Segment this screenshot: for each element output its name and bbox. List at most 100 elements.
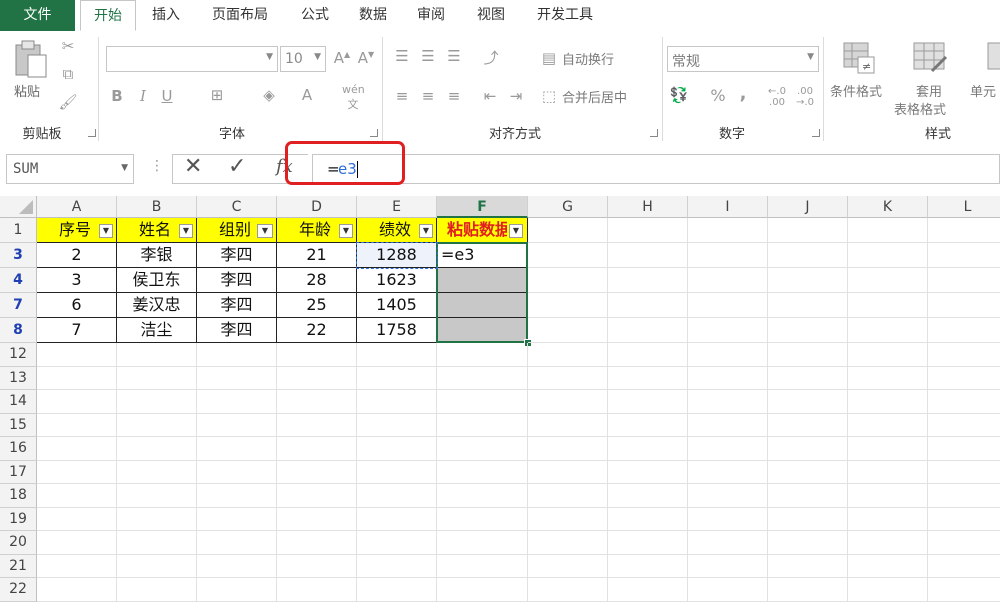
row-header[interactable]: 21 — [0, 554, 37, 578]
font-launcher-icon[interactable] — [370, 129, 378, 137]
header-cell-name[interactable]: 姓名 ▼ — [117, 218, 197, 243]
empty-cell[interactable] — [928, 343, 1000, 367]
empty-cell[interactable] — [37, 554, 117, 578]
empty-cell[interactable] — [688, 460, 768, 484]
empty-cell[interactable] — [437, 554, 528, 578]
tab-developer[interactable]: 开发工具 — [526, 0, 604, 31]
empty-cell[interactable] — [357, 390, 437, 414]
row-header[interactable]: 16 — [0, 437, 37, 461]
empty-cell[interactable] — [117, 531, 197, 555]
empty-cell[interactable] — [197, 507, 277, 531]
empty-cell[interactable] — [357, 413, 437, 437]
decrease-decimal-icon[interactable]: .00 →.0 — [794, 86, 816, 108]
empty-cell[interactable] — [688, 318, 768, 343]
empty-cell[interactable] — [768, 460, 848, 484]
empty-cell[interactable] — [437, 343, 528, 367]
conditional-formatting-icon[interactable]: ≠ — [842, 41, 876, 75]
empty-cell[interactable] — [197, 578, 277, 602]
empty-cell[interactable] — [608, 484, 688, 508]
empty-cell[interactable] — [848, 460, 928, 484]
empty-cell[interactable] — [277, 578, 357, 602]
cut-icon[interactable]: ✂ — [58, 37, 78, 55]
empty-cell[interactable] — [437, 413, 528, 437]
font-color-icon[interactable]: A — [296, 86, 318, 104]
increase-indent-icon[interactable]: ⇥ — [506, 87, 526, 105]
empty-cell[interactable] — [928, 437, 1000, 461]
number-format-select[interactable]: 常规 ▼ — [667, 46, 819, 72]
row-header[interactable]: 17 — [0, 460, 37, 484]
row-header[interactable]: 18 — [0, 484, 37, 508]
empty-cell[interactable] — [528, 390, 608, 414]
empty-cell[interactable] — [528, 243, 608, 268]
empty-cell[interactable] — [117, 413, 197, 437]
empty-cell[interactable] — [117, 484, 197, 508]
empty-cell[interactable] — [848, 484, 928, 508]
align-bottom-icon[interactable]: ☰ — [444, 47, 464, 65]
empty-cell[interactable] — [37, 460, 117, 484]
tab-file[interactable]: 文件 — [0, 0, 75, 31]
empty-cell[interactable] — [928, 461, 1000, 484]
active-cell-f3[interactable]: =e3 — [437, 243, 528, 268]
empty-cell[interactable] — [357, 484, 437, 508]
empty-cell[interactable] — [277, 437, 357, 461]
data-cell[interactable]: 洁尘 — [117, 318, 197, 343]
row-header[interactable]: 15 — [0, 413, 37, 437]
empty-cell[interactable] — [768, 318, 848, 343]
empty-cell[interactable] — [197, 531, 277, 555]
empty-cell[interactable] — [608, 293, 688, 318]
empty-cell[interactable] — [437, 578, 528, 602]
data-cell[interactable]: 3 — [37, 268, 117, 293]
empty-cell[interactable] — [197, 343, 277, 367]
empty-cell[interactable] — [528, 366, 608, 390]
row-header[interactable]: 12 — [0, 343, 37, 367]
empty-cell[interactable] — [277, 366, 357, 390]
empty-cell[interactable] — [688, 531, 768, 555]
header-cell-performance[interactable]: 绩效 ▼ — [357, 218, 437, 243]
data-cell[interactable]: 22 — [277, 318, 357, 343]
merge-center-icon[interactable]: ⬚ — [540, 87, 558, 105]
empty-cell[interactable] — [608, 554, 688, 578]
empty-cell[interactable] — [848, 268, 928, 293]
merge-center-button[interactable]: 合并后居中 — [562, 87, 627, 106]
cell-styles-button[interactable]: 单元 — [970, 81, 996, 100]
empty-cell[interactable] — [768, 578, 848, 602]
empty-cell[interactable] — [768, 218, 848, 243]
phonetic-icon[interactable]: wén 文 — [342, 83, 365, 112]
header-cell-age[interactable]: 年龄 ▼ — [277, 218, 357, 243]
empty-cell[interactable] — [928, 268, 1000, 293]
border-icon[interactable]: ⊞ — [206, 86, 228, 104]
format-as-table-icon[interactable] — [912, 41, 948, 75]
empty-cell[interactable] — [688, 293, 768, 318]
row-header[interactable]: 19 — [0, 507, 37, 531]
empty-cell[interactable] — [197, 413, 277, 437]
tab-insert[interactable]: 插入 — [140, 0, 192, 31]
row-header[interactable]: 3 — [0, 243, 37, 268]
header-cell-paste-data[interactable]: 粘贴数据 ▼ — [437, 218, 528, 243]
filter-dropdown-icon[interactable]: ▼ — [339, 224, 353, 238]
data-cell[interactable]: 1623 — [357, 268, 437, 293]
align-left-icon[interactable]: ≡ — [392, 87, 412, 105]
empty-cell[interactable] — [117, 554, 197, 578]
empty-cell[interactable] — [197, 437, 277, 461]
grow-font-icon[interactable]: A▲ — [332, 49, 352, 67]
empty-cell[interactable] — [357, 578, 437, 602]
empty-cell[interactable] — [928, 578, 1000, 602]
tab-home[interactable]: 开始 — [80, 0, 136, 31]
empty-cell[interactable] — [848, 413, 928, 437]
fill-color-icon[interactable]: ◈ — [258, 86, 280, 104]
empty-cell[interactable] — [437, 390, 528, 414]
orientation-icon[interactable]: ⤴ — [480, 47, 502, 68]
empty-cell[interactable] — [277, 343, 357, 367]
formula-input[interactable]: = e3 — [312, 154, 1000, 184]
empty-cell[interactable] — [528, 507, 608, 531]
empty-cell[interactable] — [688, 578, 768, 602]
empty-cell[interactable] — [768, 554, 848, 578]
empty-cell[interactable] — [928, 390, 1000, 414]
data-cell[interactable]: 1758 — [357, 318, 437, 343]
empty-cell[interactable] — [848, 437, 928, 461]
column-header-a[interactable]: A — [37, 196, 117, 218]
empty-cell[interactable] — [277, 390, 357, 414]
tab-data[interactable]: 数据 — [348, 0, 398, 31]
empty-cell[interactable] — [437, 507, 528, 531]
column-header-k[interactable]: K — [848, 196, 928, 218]
